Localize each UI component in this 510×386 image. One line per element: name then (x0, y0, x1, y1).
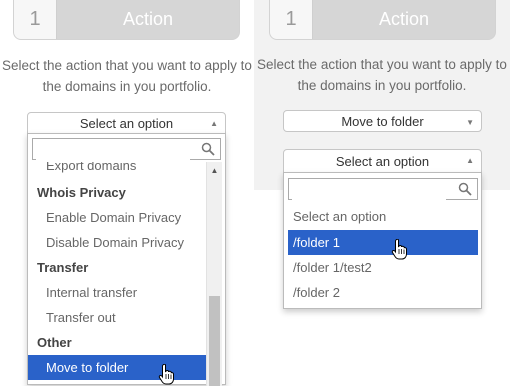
step-number: 1 (270, 0, 313, 39)
action-dropdown: Export domains Whois Privacy Enable Doma… (27, 133, 226, 386)
step-title: Action (122, 8, 174, 29)
action-select[interactable]: Select an option ▲ (27, 112, 226, 134)
search-input[interactable] (36, 140, 190, 160)
action-select[interactable]: Move to folder ▼ (283, 110, 482, 132)
triangle-up-icon: ▲ (466, 156, 474, 165)
action-select-value: Move to folder (341, 113, 424, 129)
group-other: Other (37, 335, 72, 350)
group-transfer: Transfer (37, 260, 89, 275)
option-disable-domain-privacy[interactable]: Disable Domain Privacy (28, 230, 206, 255)
left-panel: 1 Action Select the action that you want… (0, 0, 254, 386)
scroll-up-icon[interactable]: ▲ (207, 166, 222, 175)
action-select-label: Select an option (79, 115, 174, 131)
option-enable-domain-privacy[interactable]: Enable Domain Privacy (28, 205, 206, 230)
triangle-down-icon: ▼ (466, 118, 474, 127)
hand-pointer-icon (391, 239, 407, 260)
option-folder-1-test2[interactable]: /folder 1/test2 (284, 255, 481, 280)
group-whois-privacy: Whois Privacy (37, 185, 126, 200)
option-folder-2[interactable]: /folder 2 (284, 280, 481, 305)
search-field[interactable] (288, 178, 478, 200)
scroll-thumb[interactable] (209, 296, 220, 386)
option-select-an-option[interactable]: Select an option (284, 204, 481, 229)
step-header: 1 Action (269, 0, 496, 40)
option-folder-1[interactable]: /folder 1 (288, 230, 478, 255)
step-header: 1 Action (13, 0, 240, 40)
instructions-text: Select the action that you want to apply… (2, 58, 252, 94)
option-export-domains[interactable]: Export domains (28, 162, 206, 178)
step-title: Action (378, 8, 430, 29)
scrollbar[interactable]: ▲ (206, 162, 222, 386)
option-move-to-folder[interactable]: Move to folder (28, 355, 206, 380)
folder-dropdown: Select an option /folder 1 /folder 1/tes… (283, 172, 482, 309)
option-internal-transfer[interactable]: Internal transfer (28, 280, 206, 305)
search-icon (201, 142, 215, 156)
instructions-text: Select the action that you want to apply… (257, 57, 507, 93)
folder-select-label: Select an option (335, 153, 430, 169)
triangle-up-icon: ▲ (210, 119, 218, 128)
right-panel: 1 Action Select the action that you want… (254, 0, 510, 190)
search-icon (458, 182, 472, 196)
step-number: 1 (14, 0, 57, 39)
search-field[interactable] (32, 138, 221, 160)
folder-select[interactable]: Select an option ▲ (283, 149, 482, 173)
search-input[interactable] (292, 180, 447, 200)
option-transfer-out[interactable]: Transfer out (28, 305, 206, 330)
options-list: Export domains Whois Privacy Enable Doma… (28, 162, 206, 386)
hand-pointer-icon (158, 364, 174, 385)
